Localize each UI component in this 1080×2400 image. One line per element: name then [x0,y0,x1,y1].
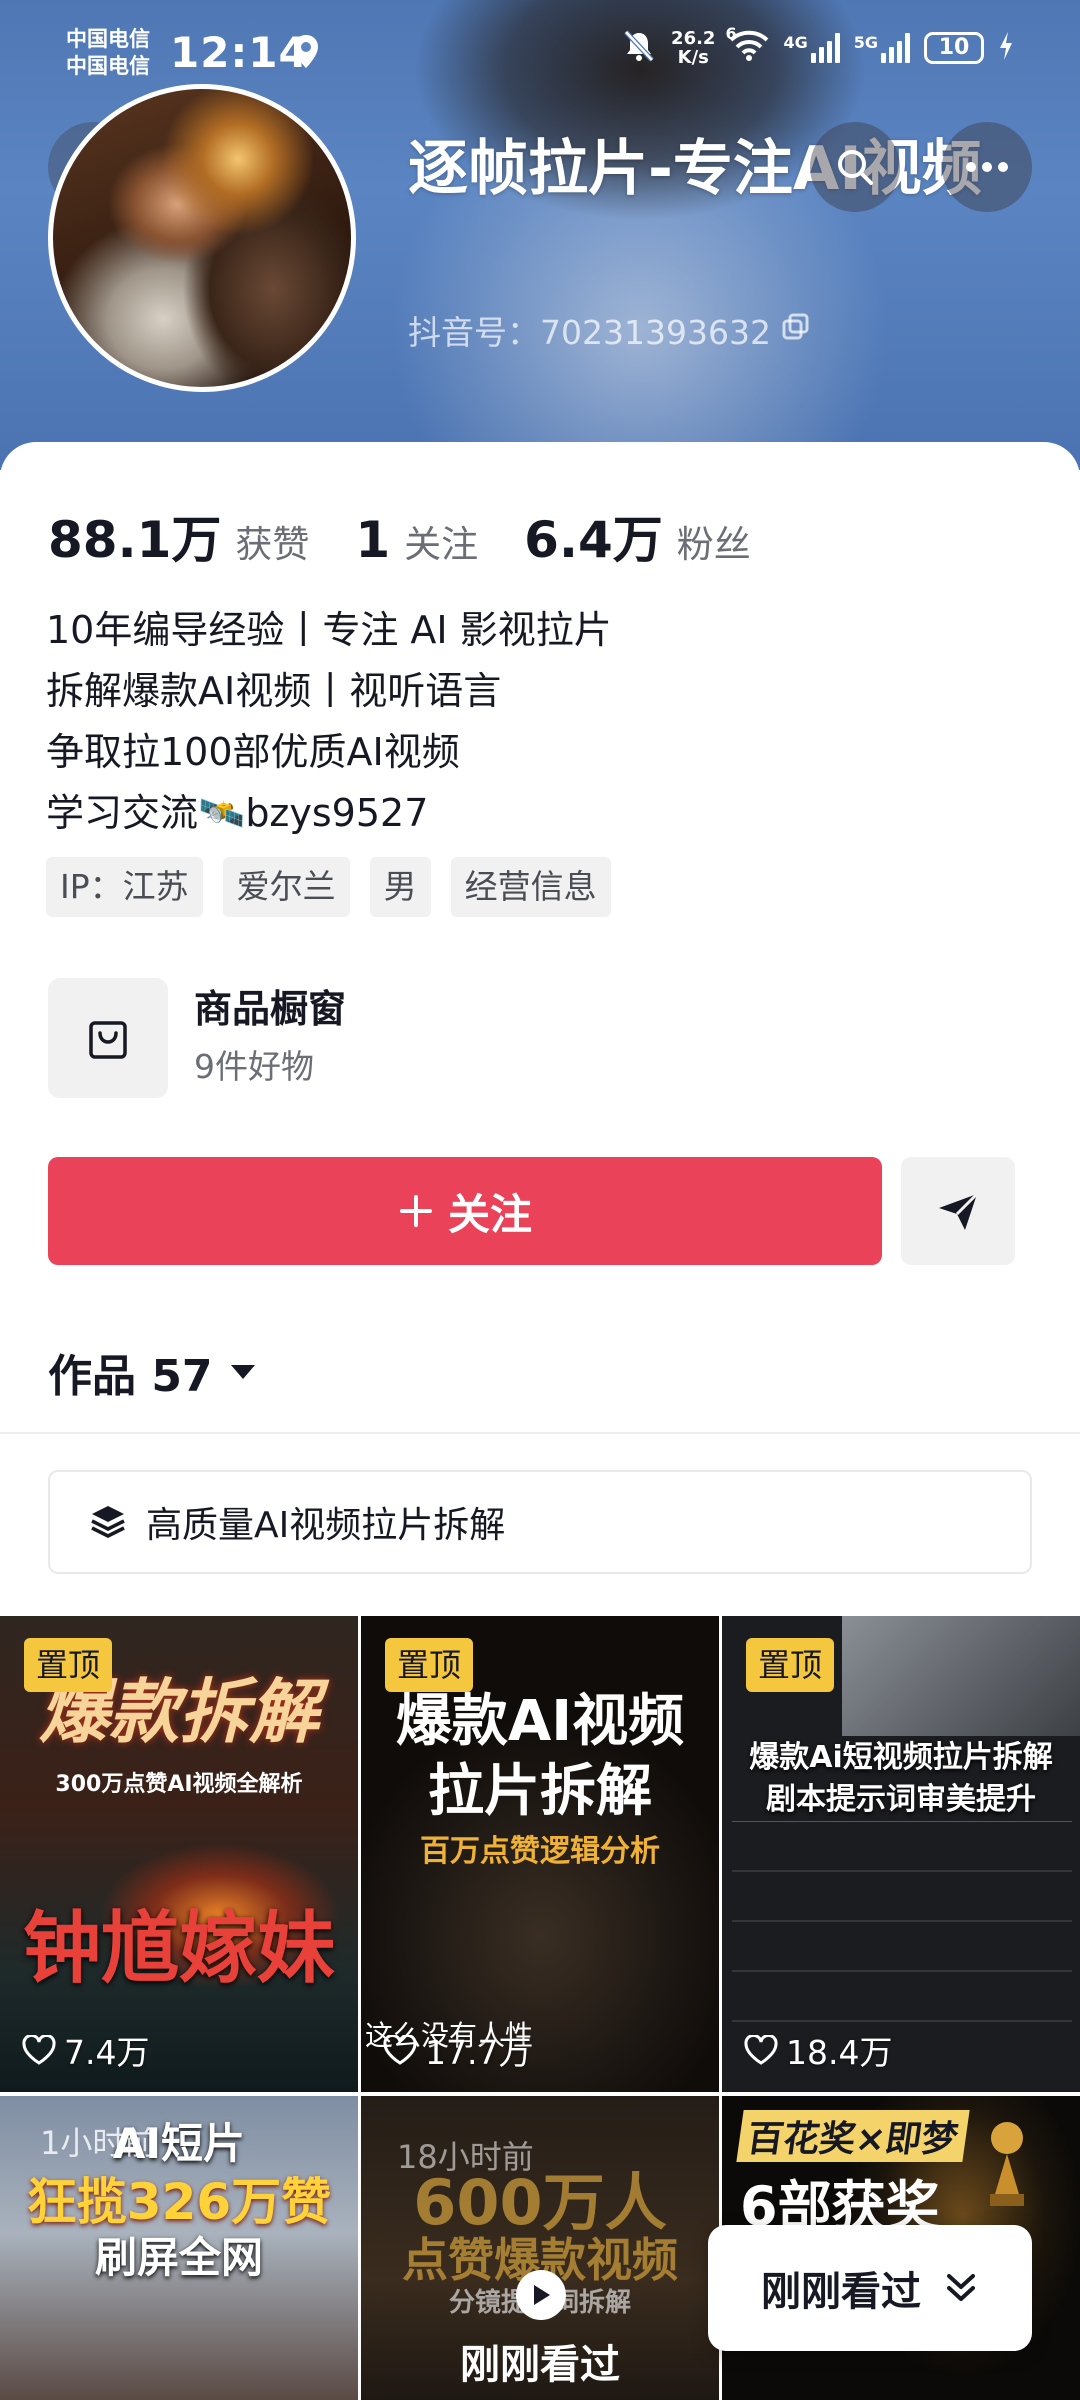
like-count: 18.4万 [744,2026,892,2074]
play-icon[interactable] [516,2270,566,2320]
bio-line: 争取拉100部优质AI视频 [46,730,460,774]
pinned-badge: 置顶 [385,1638,474,1692]
location-icon [292,34,320,74]
copy-icon[interactable] [781,311,811,350]
tag-location: 爱尔兰 [222,857,350,917]
net-speed: 26.2 K/s [671,28,716,68]
charging-icon [998,31,1014,65]
clock: 12:14 [170,28,309,77]
video-card[interactable]: 18小时前 600万人 点赞爆款视频 分镜提示词拆解 刚刚看过 [361,2096,719,2400]
following-count[interactable]: 1 [355,511,390,569]
search-button[interactable] [810,122,900,212]
likes-label: 获赞 [235,523,310,566]
avatar[interactable] [48,84,356,392]
status-icons: 26.2 K/s 6 4G 5G 10 [621,24,1014,68]
signal-5g-icon: 5G [854,33,910,63]
video-card[interactable]: AI短片 狂揽326万赞 刷屏全网 1小时前 [0,2096,358,2400]
dropdown-triangle-icon [230,1365,255,1379]
message-button[interactable] [901,1157,1015,1265]
send-icon [939,1192,979,1230]
video-card[interactable]: 爆款Ai短视频拉片拆解 剧本提示词审美提升 置顶 18.4万 [722,1616,1080,2092]
likes-count: 88.1万 [48,511,222,569]
heart-icon [744,2035,778,2065]
shop-title: 商品橱窗 [194,987,347,1031]
profile-name: 逐帧拉片-专注AI视频 [408,134,982,204]
video-card[interactable]: 爆款AI视频 拉片拆解 百万点赞逻辑分析 这么没有人性 置顶 17.7万 [361,1616,719,2092]
bio-line: 学习交流🛰️bzys9527 [46,791,429,835]
status-bar: 中国电信 中国电信 12:14 26.2 K/s 6 4G 5G 10 [0,22,1080,92]
pinned-badge: 置顶 [746,1638,835,1692]
plus-icon [399,1195,432,1227]
divider [0,1432,1080,1434]
video-card[interactable]: 爆款拆解 300万点赞AI视频全解析 钟馗嫁妹 置顶 7.4万 [0,1616,358,2092]
battery-icon: 10 [924,32,984,64]
following-label[interactable]: 关注 [404,514,478,568]
shop-window[interactable]: 商品橱窗 9件好物 [48,978,346,1098]
layers-icon [91,1506,125,1538]
mute-bell-icon [621,28,657,68]
douyin-id[interactable]: 抖音号：70231393632 [408,306,811,354]
bio: 10年编导经验丨专注 AI 影视拉片 拆解爆款AI视频丨视听语言 争取拉100部… [46,600,612,844]
fans-count[interactable]: 6.4万 [524,500,663,572]
double-chevron-down-icon [947,2274,975,2301]
works-tab[interactable]: 作品 57 [48,1340,257,1404]
carrier-labels: 中国电信 中国电信 [66,27,150,78]
like-count: 7.4万 [22,2026,149,2074]
tag-row: IP：江苏 爱尔兰 男 经营信息 [46,857,611,917]
heart-icon [22,2035,56,2065]
recently-viewed-label: 刚刚看过 [460,2342,620,2388]
tag-ip: IP：江苏 [46,857,203,917]
tag-business-info[interactable]: 经营信息 [450,857,611,917]
shop-subtitle: 9件好物 [194,1047,314,1086]
search-icon [838,150,873,185]
storyboard-table [732,1821,1072,2022]
signal-4g-icon: 4G [783,33,840,63]
post-time: 1小时前 [40,2124,157,2162]
trophy-icon [972,2116,1042,2230]
wifi-icon: 6 [725,24,769,67]
tag-gender: 男 [369,857,431,917]
more-button[interactable] [942,122,1032,212]
collection-bar[interactable]: 高质量AI视频拉片拆解 [48,1470,1032,1574]
bio-line: 10年编导经验丨专注 AI 影视拉片 [46,608,612,652]
recently-viewed-button[interactable]: 刚刚看过 [708,2225,1032,2351]
like-count: 17.7万 [383,2026,531,2074]
follow-button[interactable]: 关注 [48,1157,882,1265]
pinned-badge: 置顶 [24,1638,113,1692]
shopping-bag-icon [48,978,168,1098]
thumbnail-photo [842,1616,1080,1736]
fans-label[interactable]: 粉丝 [677,514,751,568]
stats-row: 88.1万 获赞 1 关注 6.4万 粉丝 [48,500,797,572]
more-dots-icon [966,162,1008,172]
heart-icon [383,2035,417,2065]
bio-line: 拆解爆款AI视频丨视听语言 [46,669,502,713]
